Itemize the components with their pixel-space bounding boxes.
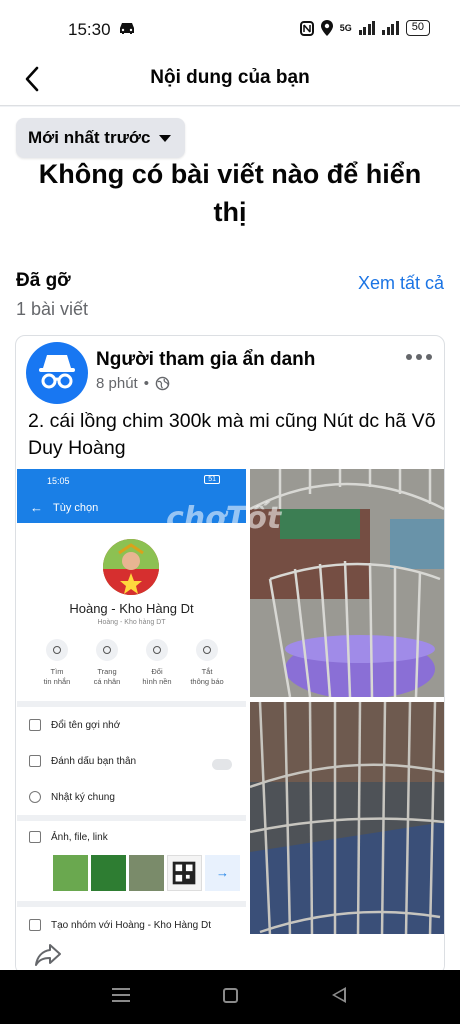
action-line: Trang bbox=[97, 667, 117, 676]
recent-apps-icon[interactable] bbox=[112, 988, 130, 1006]
post-meta: 8 phút • bbox=[96, 375, 170, 392]
screenshot-profile-sub: Hoàng - Kho hàng DT bbox=[97, 619, 166, 626]
screenshot-action: Trang cá nhân bbox=[87, 639, 127, 687]
signal-icon bbox=[358, 21, 376, 35]
empty-state-text: Không có bài viết nào để hiển thị bbox=[0, 155, 460, 231]
action-line: tin nhắn bbox=[43, 677, 71, 686]
app-header: Nội dung của bạn bbox=[0, 58, 460, 106]
globe-icon bbox=[155, 376, 170, 391]
screenshot-battery: 51 bbox=[204, 475, 220, 484]
screenshot-thumbs: → bbox=[53, 855, 240, 891]
screenshot-thumb bbox=[91, 855, 126, 891]
screenshot-row: Nhật ký chung bbox=[29, 791, 115, 803]
post-photo-cage-2[interactable] bbox=[250, 702, 444, 936]
signal-icon-2 bbox=[382, 21, 399, 35]
post-time[interactable]: 8 phút bbox=[96, 375, 138, 392]
system-back-icon[interactable] bbox=[332, 987, 346, 1003]
sort-dropdown[interactable]: Mới nhất trước bbox=[16, 118, 186, 158]
empty-state-line-2: thị bbox=[213, 197, 247, 227]
content-area: Không có bài viết nào để hiển thị Mới nh… bbox=[0, 107, 460, 975]
screenshot-nav-title: Tùy chọn bbox=[53, 502, 99, 514]
screenshot-row-label: Đánh dấu bạn thân bbox=[51, 755, 137, 767]
caret-down-icon bbox=[159, 134, 172, 142]
empty-state-line-1: Không có bài viết nào để hiển bbox=[38, 159, 422, 189]
incognito-icon bbox=[39, 355, 75, 389]
screenshot-action: Tìm tin nhắn bbox=[37, 639, 77, 687]
screenshot-status-bar: 15:05 51 bbox=[17, 469, 246, 493]
screenshot-row-label: Nhật ký chung bbox=[51, 791, 115, 803]
screenshot-toggle bbox=[212, 759, 232, 770]
screenshot-row: Đánh dấu bạn thân bbox=[29, 755, 136, 767]
action-line: hình nền bbox=[142, 677, 172, 686]
screenshot-action: Đổi hình nền bbox=[137, 639, 177, 687]
location-icon bbox=[320, 20, 333, 36]
see-all-link[interactable]: Xem tất cả bbox=[358, 273, 444, 294]
screenshot-row: Ảnh, file, link bbox=[29, 831, 108, 843]
screenshot-row-label: Ảnh, file, link bbox=[51, 831, 108, 843]
post-actions bbox=[16, 934, 444, 974]
screenshot-row-label: Đổi tên gợi nhớ bbox=[51, 719, 121, 731]
screenshot-divider bbox=[17, 701, 246, 707]
screenshot-profile-name: Hoàng - Kho Hàng Dt bbox=[69, 601, 194, 616]
action-line: Tắt bbox=[201, 667, 213, 676]
screenshot-thumb bbox=[53, 855, 88, 891]
network-label: 5G bbox=[339, 23, 352, 33]
action-line: Tìm bbox=[50, 667, 64, 676]
more-options-icon[interactable] bbox=[406, 354, 432, 360]
post-photo-screenshot[interactable]: 15:05 51 ← Tùy chọn Hoàng - Kho Hàng Dt … bbox=[17, 469, 246, 935]
status-bar: 15:30 5G 50 bbox=[0, 0, 460, 58]
screenshot-divider bbox=[17, 815, 246, 821]
screenshot-thumb-qr bbox=[167, 855, 202, 891]
page-title: Nội dung của bạn bbox=[150, 67, 310, 88]
screenshot-row-label: Tạo nhóm với Hoàng - Kho Hàng Dt bbox=[51, 919, 211, 931]
meta-separator: • bbox=[143, 375, 149, 392]
home-icon[interactable] bbox=[223, 988, 238, 1003]
screenshot-profile-avatar bbox=[103, 539, 159, 595]
section-count: 1 bài viết bbox=[16, 299, 89, 319]
screenshot-more-arrow-icon: → bbox=[205, 855, 240, 891]
screenshot-row: Tạo nhóm với Hoàng - Kho Hàng Dt bbox=[29, 919, 211, 931]
action-line: cá nhân bbox=[93, 677, 121, 686]
post-text: 2. cái lồng chim 300k mà mi cũng Nút dc … bbox=[28, 410, 436, 459]
screenshot-time: 15:05 bbox=[47, 476, 70, 486]
nfc-icon bbox=[299, 20, 314, 36]
action-line: Đổi bbox=[151, 667, 163, 676]
cage-image bbox=[250, 702, 444, 936]
share-icon[interactable] bbox=[34, 942, 62, 968]
post-author[interactable]: Người tham gia ẩn danh bbox=[96, 349, 315, 371]
action-line: thông báo bbox=[190, 677, 224, 686]
anonymous-avatar[interactable] bbox=[26, 342, 88, 404]
watermark: chợTốt bbox=[166, 501, 282, 536]
system-nav-bar bbox=[0, 970, 460, 1024]
screenshot-action: Tắt thông báo bbox=[187, 639, 227, 687]
status-time: 15:30 bbox=[68, 20, 111, 39]
car-icon bbox=[120, 23, 134, 34]
screenshot-actions: Tìm tin nhắn Trang cá nhân Đổi hình nền Tắt… bbox=[37, 639, 227, 687]
screenshot-thumb bbox=[129, 855, 164, 891]
battery-icon: 50 bbox=[405, 20, 430, 36]
screenshot-row: Đổi tên gợi nhớ bbox=[29, 719, 120, 731]
status-icons: 5G 50 bbox=[299, 20, 430, 36]
sort-label: Mới nhất trước bbox=[28, 128, 151, 147]
screenshot-divider bbox=[17, 901, 246, 907]
post-card[interactable]: Người tham gia ẩn danh 8 phút • 2. cái l… bbox=[15, 335, 445, 975]
section-title: Đã gỡ bbox=[16, 270, 71, 291]
screenshot-back-icon: ← bbox=[30, 500, 43, 515]
